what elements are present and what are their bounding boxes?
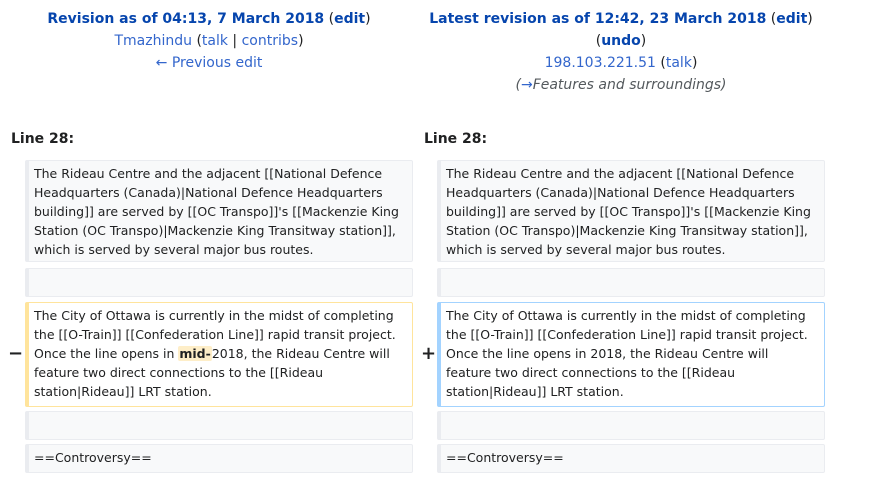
added-line: The City of Ottawa is currently in the m…	[437, 302, 825, 407]
old-revision-contribs-link[interactable]: contribs	[242, 33, 298, 49]
edit-summary: (→Features and surroundings)	[412, 74, 830, 96]
new-revision-user-row: 198.103.221.51 (talk)	[412, 52, 830, 74]
deleted-line-marker: −	[8, 343, 24, 364]
empty-context-line-right-2	[437, 411, 825, 440]
paren-close: )	[721, 77, 727, 93]
empty-context-line-left-2	[25, 411, 413, 440]
context-heading-left: ==Controversy==	[25, 444, 413, 473]
new-revision-user-link[interactable]: 198.103.221.51	[545, 55, 656, 71]
new-revision-title-row: Latest revision as of 12:42, 23 March 20…	[412, 8, 830, 30]
new-revision-edit-link[interactable]: edit	[776, 11, 807, 27]
previous-edit-link[interactable]: ← Previous edit	[156, 55, 263, 71]
section-arrow-link[interactable]: →	[521, 77, 533, 93]
new-revision-title-link[interactable]: Latest revision as of 12:42, 23 March 20…	[429, 11, 766, 27]
old-line-number: Line 28:	[11, 131, 75, 147]
new-revision-talk-link[interactable]: talk	[666, 55, 692, 71]
separator: |	[227, 33, 242, 49]
paren-close: )	[365, 11, 371, 27]
old-revision-user-link[interactable]: Tmazhindu	[114, 33, 192, 49]
empty-context-line-left	[25, 268, 413, 297]
new-line-number: Line 28:	[424, 131, 488, 147]
undo-link[interactable]: undo	[601, 33, 641, 49]
old-revision-talk-link[interactable]: talk	[202, 33, 228, 49]
deleted-word: mid-	[178, 346, 212, 361]
old-revision-edit-link[interactable]: edit	[334, 11, 365, 27]
context-line-left: The Rideau Centre and the adjacent [[Nat…	[25, 160, 413, 262]
edit-summary-text: Features and surroundings	[532, 77, 722, 93]
old-revision-title-link[interactable]: Revision as of 04:13, 7 March 2018	[47, 11, 324, 27]
paren-close: )	[691, 55, 698, 71]
context-line-right: The Rideau Centre and the adjacent [[Nat…	[437, 160, 825, 262]
empty-context-line-right	[437, 268, 825, 297]
paren-close: )	[807, 11, 813, 27]
paren-close: )	[640, 33, 647, 49]
old-revision-user-row: Tmazhindu (talk | contribs)	[0, 30, 418, 52]
added-line-marker: +	[421, 343, 437, 364]
previous-edit-row: ← Previous edit	[0, 52, 418, 74]
context-heading-right: ==Controversy==	[437, 444, 825, 473]
old-revision-header: Revision as of 04:13, 7 March 2018 (edit…	[0, 8, 418, 74]
new-revision-header: Latest revision as of 12:42, 23 March 20…	[412, 8, 830, 96]
deleted-line: The City of Ottawa is currently in the m…	[25, 302, 413, 407]
paren-close: )	[298, 33, 304, 49]
old-revision-title-row: Revision as of 04:13, 7 March 2018 (edit…	[0, 8, 418, 30]
undo-row: (undo)	[412, 30, 830, 52]
